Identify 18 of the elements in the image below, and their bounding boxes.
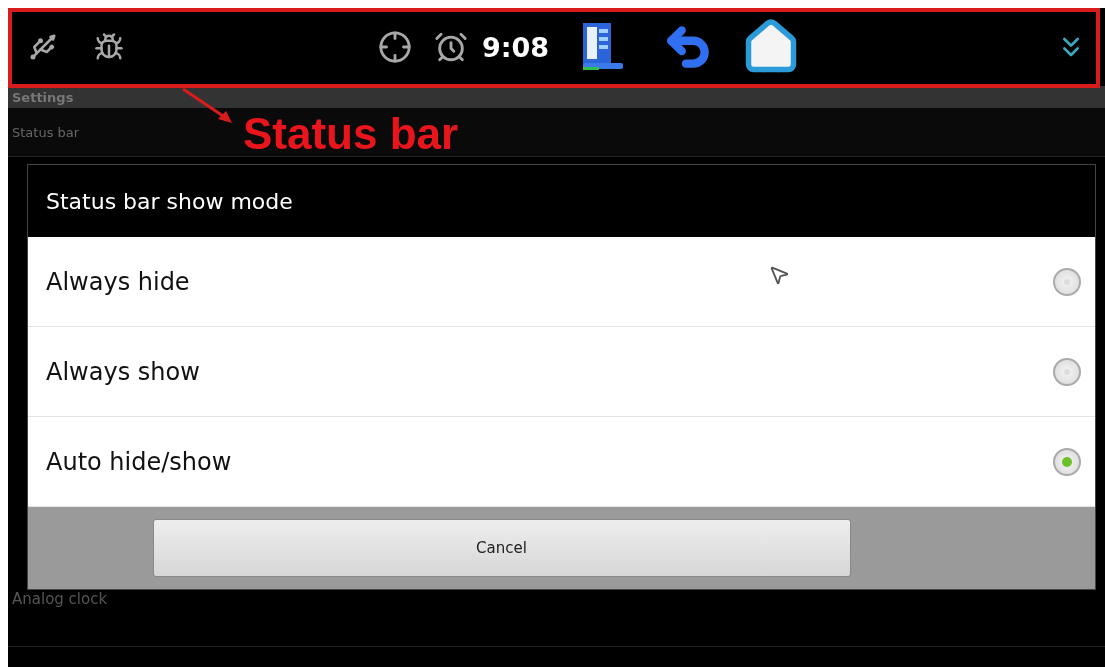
alarm-clock-icon: [433, 30, 468, 64]
option-row[interactable]: Auto hide/show: [28, 417, 1095, 507]
option-label: Always hide: [46, 267, 190, 296]
option-label: Auto hide/show: [46, 447, 232, 476]
mouse-pointer-icon: [768, 264, 790, 286]
annotation-label: Status bar: [243, 112, 459, 156]
settings-header: Settings: [8, 86, 1105, 108]
android-bug-icon: [94, 32, 124, 62]
usb-icon: [28, 32, 58, 62]
crosshair-icon: [377, 30, 412, 64]
radio-button[interactable]: [1053, 267, 1081, 296]
clock-time: 9:08: [481, 31, 550, 63]
option-label: Always show: [46, 357, 200, 386]
option-row[interactable]: Always show: [28, 327, 1095, 417]
cancel-button[interactable]: Cancel: [152, 519, 851, 577]
option-row[interactable]: Always hide: [28, 237, 1095, 327]
radio-button[interactable]: [1053, 357, 1081, 386]
radio-button[interactable]: [1053, 447, 1081, 476]
